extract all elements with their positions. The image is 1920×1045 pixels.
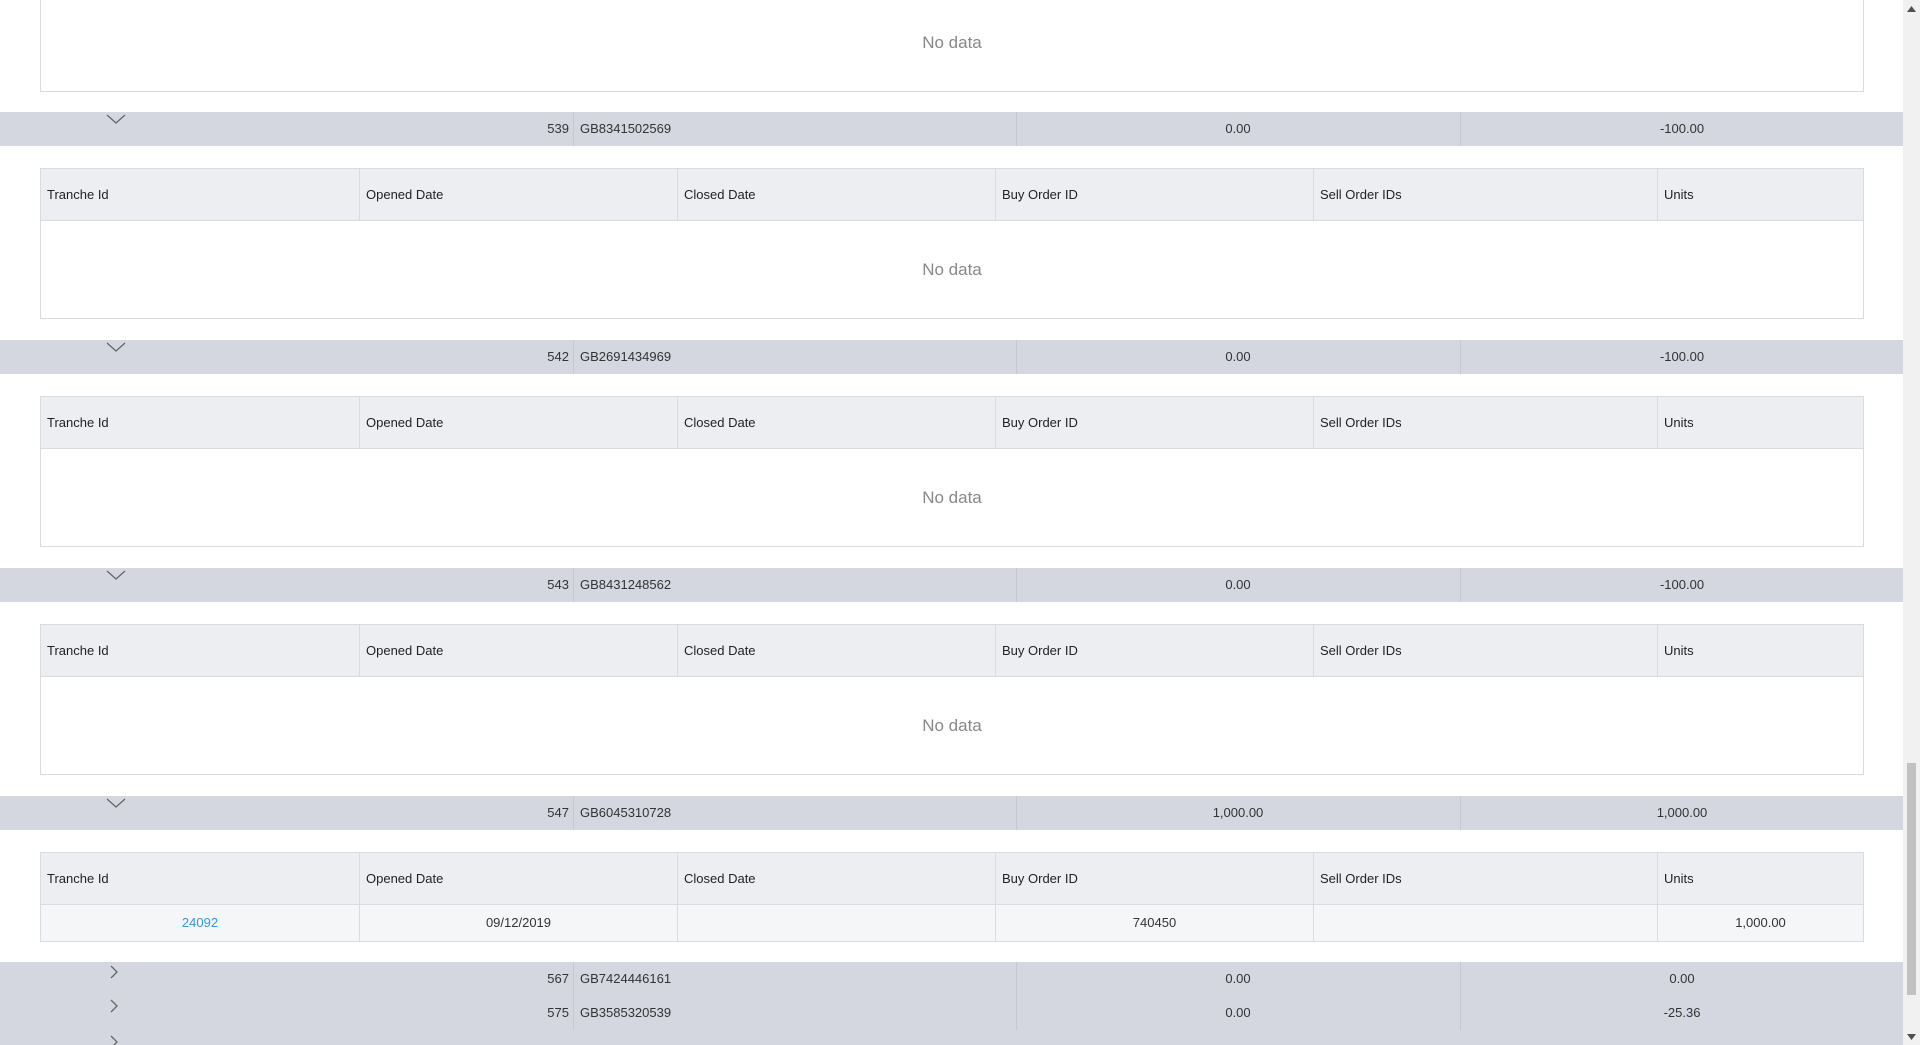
column-header-opened-date[interactable]: Opened Date: [359, 397, 677, 448]
detail-table: Tranche Id Opened Date Closed Date Buy O…: [40, 396, 1864, 547]
detail-table: Tranche Id Opened Date Closed Date Buy O…: [40, 168, 1864, 319]
group-row[interactable]: 543 GB8431248562 0.00 -100.00: [0, 568, 1903, 602]
group-row[interactable]: 539 GB8341502569 0.00 -100.00: [0, 112, 1903, 146]
table-row[interactable]: 24092 09/12/2019 740450 1,000.00: [41, 905, 1863, 941]
vertical-scrollbar[interactable]: [1903, 0, 1920, 1045]
group-value: -25.36: [1663, 1005, 1701, 1020]
chevron-down-icon[interactable]: [104, 796, 128, 818]
column-header-units[interactable]: Units: [1657, 397, 1863, 448]
closed-date-cell: [677, 905, 995, 941]
group-id: 575: [547, 1005, 569, 1020]
group-value: 0.00: [1225, 1005, 1251, 1020]
group-isin: GB8431248562: [580, 577, 672, 592]
page: No data 539 GB8341502569 0.00 -100.00 Tr…: [0, 0, 1920, 1045]
group-value: 1,000.00: [1212, 805, 1264, 820]
group-value: 0.00: [1225, 349, 1251, 364]
detail-header-row: Tranche Id Opened Date Closed Date Buy O…: [41, 853, 1863, 905]
detail-header-row: Tranche Id Opened Date Closed Date Buy O…: [41, 625, 1863, 677]
no-data-message: No data: [922, 33, 982, 52]
column-header-buy-order-id[interactable]: Buy Order ID: [995, 169, 1313, 220]
group-id: 542: [547, 349, 569, 364]
column-header-buy-order-id[interactable]: Buy Order ID: [995, 397, 1313, 448]
column-header-buy-order-id[interactable]: Buy Order ID: [995, 853, 1313, 904]
chevron-right-icon[interactable]: [106, 1032, 122, 1045]
group-isin: GB8341502569: [580, 121, 672, 136]
group-row[interactable]: 547 GB6045310728 1,000.00 1,000.00: [0, 796, 1903, 830]
group-id: 543: [547, 577, 569, 592]
scroll-down-arrow-icon[interactable]: [1903, 1028, 1920, 1045]
chevron-down-icon[interactable]: [104, 340, 128, 362]
column-header-opened-date[interactable]: Opened Date: [359, 853, 677, 904]
column-header-tranche-id[interactable]: Tranche Id: [41, 169, 359, 220]
detail-header-row: Tranche Id Opened Date Closed Date Buy O…: [41, 397, 1863, 449]
column-header-sell-order-ids[interactable]: Sell Order IDs: [1313, 853, 1657, 904]
sell-order-ids-cell: [1313, 905, 1657, 941]
group-value: 1,000.00: [1656, 805, 1708, 820]
group-value: 0.00: [1669, 971, 1695, 986]
column-header-closed-date[interactable]: Closed Date: [677, 853, 995, 904]
column-header-closed-date[interactable]: Closed Date: [677, 397, 995, 448]
group-row[interactable]: 542 GB2691434969 0.00 -100.00: [0, 340, 1903, 374]
column-header-opened-date[interactable]: Opened Date: [359, 625, 677, 676]
detail-table: Tranche Id Opened Date Closed Date Buy O…: [40, 624, 1864, 775]
column-header-sell-order-ids[interactable]: Sell Order IDs: [1313, 169, 1657, 220]
column-header-tranche-id[interactable]: Tranche Id: [41, 397, 359, 448]
detail-table-partial: No data: [40, 0, 1864, 92]
no-data-message: No data: [922, 260, 982, 279]
no-data-message: No data: [922, 716, 982, 735]
column-header-tranche-id[interactable]: Tranche Id: [41, 625, 359, 676]
column-header-opened-date[interactable]: Opened Date: [359, 169, 677, 220]
column-header-closed-date[interactable]: Closed Date: [677, 169, 995, 220]
units-cell: 1,000.00: [1657, 905, 1863, 941]
column-header-units[interactable]: Units: [1657, 853, 1863, 904]
buy-order-id-cell: 740450: [995, 905, 1313, 941]
group-isin: GB3585320539: [580, 1005, 672, 1020]
opened-date-cell: 09/12/2019: [359, 905, 677, 941]
column-header-sell-order-ids[interactable]: Sell Order IDs: [1313, 625, 1657, 676]
group-id: 567: [547, 971, 569, 986]
group-isin: GB2691434969: [580, 349, 672, 364]
group-row[interactable]: 575 GB3585320539 0.00 -25.36: [0, 996, 1903, 1030]
chevron-down-icon[interactable]: [104, 568, 128, 590]
chevron-right-icon[interactable]: [106, 962, 130, 984]
column-header-buy-order-id[interactable]: Buy Order ID: [995, 625, 1313, 676]
detail-header-row: Tranche Id Opened Date Closed Date Buy O…: [41, 169, 1863, 221]
column-header-closed-date[interactable]: Closed Date: [677, 625, 995, 676]
positions-grid[interactable]: No data 539 GB8341502569 0.00 -100.00 Tr…: [0, 0, 1903, 1045]
column-header-units[interactable]: Units: [1657, 625, 1863, 676]
scroll-up-arrow-icon[interactable]: [1903, 0, 1920, 17]
column-header-sell-order-ids[interactable]: Sell Order IDs: [1313, 397, 1657, 448]
column-header-units[interactable]: Units: [1657, 169, 1863, 220]
no-data-message: No data: [922, 488, 982, 507]
group-isin: GB6045310728: [580, 805, 672, 820]
group-value: 0.00: [1225, 121, 1251, 136]
group-isin: GB7424446161: [580, 971, 672, 986]
group-value: -100.00: [1659, 121, 1705, 136]
group-value: -100.00: [1659, 349, 1705, 364]
tranche-id-cell: 24092: [41, 905, 359, 941]
chevron-right-icon[interactable]: [106, 996, 130, 1018]
group-id: 547: [547, 805, 569, 820]
tranche-id-link[interactable]: 24092: [182, 915, 218, 930]
column-header-tranche-id[interactable]: Tranche Id: [41, 853, 359, 904]
group-value: 0.00: [1225, 577, 1251, 592]
detail-table: Tranche Id Opened Date Closed Date Buy O…: [40, 852, 1864, 942]
chevron-down-icon[interactable]: [104, 112, 128, 134]
group-id: 539: [547, 121, 569, 136]
group-value: 0.00: [1225, 971, 1251, 986]
group-value: -100.00: [1659, 577, 1705, 592]
scrollbar-thumb[interactable]: [1907, 763, 1916, 995]
